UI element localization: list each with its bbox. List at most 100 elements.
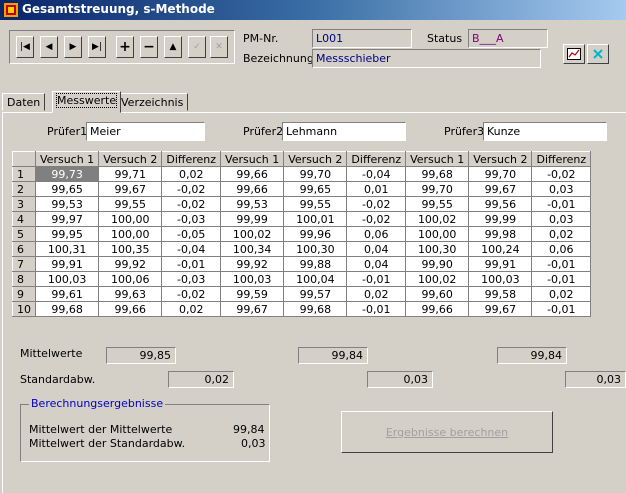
tab-verzeichnis[interactable]: Verzeichnis <box>116 93 189 111</box>
row-number[interactable]: 8 <box>12 271 36 287</box>
row-number[interactable]: 9 <box>12 286 36 302</box>
grid-cell[interactable]: -0,01 <box>531 271 592 287</box>
grid-cell[interactable]: 99,63 <box>98 286 163 302</box>
table-row[interactable]: 9 99,61 99,63 -0,02 99,59 99,57 0,02 99,60 99,58… <box>12 286 592 302</box>
grid-cell[interactable]: 100,01 <box>283 211 348 227</box>
table-row[interactable]: 2 99,65 99,67 -0,02 99,66 99,65 0,01 99,70 99,67… <box>12 181 592 197</box>
grid-cell[interactable]: 99,97 <box>34 211 100 227</box>
grid-cell[interactable]: -0,02 <box>346 211 407 227</box>
grid-column-header[interactable]: Differenz <box>531 151 592 167</box>
grid-cell[interactable]: 99,60 <box>405 286 470 302</box>
edit-button[interactable]: ▲ <box>164 36 182 58</box>
grid-cell[interactable]: -0,05 <box>161 226 222 242</box>
grid-cell[interactable]: 99,55 <box>98 196 163 212</box>
confirm-button[interactable]: ✓ <box>188 36 206 58</box>
next-record-button[interactable]: ▶ <box>64 36 82 58</box>
grid-cell[interactable]: 0,03 <box>531 211 592 227</box>
grid-column-header[interactable]: Versuch 2 <box>283 151 348 167</box>
grid-cell[interactable]: 99,99 <box>468 211 533 227</box>
grid-cell[interactable]: 99,55 <box>405 196 470 212</box>
chart-button[interactable] <box>563 44 585 64</box>
grid-cell[interactable]: -0,03 <box>161 271 222 287</box>
row-number[interactable]: 2 <box>12 181 36 197</box>
measurement-grid[interactable]: Versuch 1 Versuch 2 Differenz Versuch 1 Vers… <box>12 151 592 317</box>
pruefer1-field[interactable]: Meier <box>86 122 205 141</box>
delete-record-button[interactable]: − <box>140 36 158 58</box>
grid-cell[interactable]: 100,00 <box>98 226 163 242</box>
grid-cell[interactable]: 100,34 <box>220 241 285 257</box>
pruefer2-field[interactable]: Lehmann <box>282 122 406 141</box>
grid-cell[interactable]: 100,02 <box>405 271 470 287</box>
grid-cell[interactable]: 99,70 <box>405 181 470 197</box>
row-number[interactable]: 6 <box>12 241 36 257</box>
grid-cell[interactable]: -0,02 <box>161 196 222 212</box>
bezeichnung-field[interactable]: Messschieber <box>312 49 541 68</box>
row-number[interactable]: 1 <box>12 166 36 182</box>
grid-cell[interactable]: 100,06 <box>98 271 163 287</box>
grid-cell[interactable]: 0,04 <box>346 241 407 257</box>
grid-cell[interactable]: 99,66 <box>98 301 163 317</box>
grid-cell[interactable]: 100,00 <box>405 226 470 242</box>
table-row[interactable]: 7 99,91 99,92 -0,01 99,92 99,88 0,04 99,90 99,91… <box>12 256 592 272</box>
grid-cell[interactable]: 100,00 <box>98 211 163 227</box>
grid-cell[interactable]: 0,03 <box>531 181 592 197</box>
grid-cell[interactable]: -0,02 <box>161 286 222 302</box>
grid-cell[interactable]: 100,03 <box>34 271 100 287</box>
grid-cell[interactable]: 99,67 <box>98 181 163 197</box>
prev-record-button[interactable]: ◀ <box>40 36 58 58</box>
grid-cell[interactable]: -0,04 <box>346 166 407 182</box>
close-button[interactable] <box>587 44 609 64</box>
table-row[interactable]: 6 100,31 100,35 -0,04 100,34 100,30 0,04 100,30… <box>12 241 592 257</box>
row-number[interactable]: 10 <box>12 301 36 317</box>
table-row[interactable]: 1 99,73 99,71 0,02 99,66 99,70 -0,04 99,68 99,70… <box>12 166 592 182</box>
grid-cell[interactable]: -0,02 <box>161 181 222 197</box>
grid-cell[interactable]: 99,68 <box>34 301 100 317</box>
grid-cell[interactable]: 100,31 <box>34 241 100 257</box>
grid-cell[interactable]: 99,59 <box>220 286 285 302</box>
first-record-button[interactable]: |◀ <box>16 36 34 58</box>
grid-cell[interactable]: 0,02 <box>531 286 592 302</box>
grid-cell[interactable]: -0,04 <box>161 241 222 257</box>
grid-cell[interactable]: 100,04 <box>283 271 348 287</box>
grid-cell[interactable]: 99,61 <box>34 286 100 302</box>
grid-cell[interactable]: 99,58 <box>468 286 533 302</box>
grid-cell[interactable]: 0,02 <box>161 301 222 317</box>
grid-cell[interactable]: 99,88 <box>283 256 348 272</box>
grid-cell[interactable]: 0,02 <box>531 226 592 242</box>
grid-cell[interactable]: -0,02 <box>531 166 592 182</box>
grid-cell[interactable]: 99,70 <box>283 166 348 182</box>
calculate-results-button[interactable]: Ergebnisse berechnen <box>341 411 553 453</box>
grid-column-header[interactable]: Versuch 1 <box>220 151 285 167</box>
row-number[interactable]: 7 <box>12 256 36 272</box>
grid-cell[interactable]: 0,06 <box>531 241 592 257</box>
grid-cell[interactable]: -0,01 <box>531 256 592 272</box>
tab-daten[interactable]: Daten <box>2 93 46 111</box>
grid-cell[interactable]: 0,01 <box>346 181 407 197</box>
grid-cell[interactable]: 99,91 <box>468 256 533 272</box>
grid-cell[interactable]: 99,90 <box>405 256 470 272</box>
grid-column-header[interactable]: Versuch 1 <box>34 151 100 167</box>
grid-cell[interactable]: 99,57 <box>283 286 348 302</box>
grid-cell[interactable]: 99,53 <box>220 196 285 212</box>
grid-cell[interactable]: 99,68 <box>405 166 470 182</box>
grid-cell[interactable]: 99,68 <box>283 301 348 317</box>
grid-cell[interactable]: 99,67 <box>220 301 285 317</box>
grid-cell[interactable]: 99,73 <box>34 166 100 182</box>
grid-cell[interactable]: 99,95 <box>34 226 100 242</box>
pruefer3-field[interactable]: Kunze <box>483 122 607 141</box>
row-number[interactable]: 3 <box>12 196 36 212</box>
grid-cell[interactable]: 99,65 <box>34 181 100 197</box>
grid-column-header[interactable]: Versuch 2 <box>468 151 533 167</box>
grid-cell[interactable]: 0,06 <box>346 226 407 242</box>
grid-cell[interactable]: 99,96 <box>283 226 348 242</box>
grid-cell[interactable]: -0,01 <box>531 196 592 212</box>
add-record-button[interactable]: + <box>116 36 134 58</box>
grid-cell[interactable]: 100,30 <box>283 241 348 257</box>
grid-cell[interactable]: 99,92 <box>98 256 163 272</box>
grid-column-header[interactable]: Differenz <box>346 151 407 167</box>
grid-cell[interactable]: -0,01 <box>161 256 222 272</box>
grid-cell[interactable]: 99,91 <box>34 256 100 272</box>
grid-cell[interactable]: 99,67 <box>468 301 533 317</box>
table-row[interactable]: 8 100,03 100,06 -0,03 100,03 100,04 -0,01 100,0… <box>12 271 592 287</box>
grid-cell[interactable]: 99,70 <box>468 166 533 182</box>
